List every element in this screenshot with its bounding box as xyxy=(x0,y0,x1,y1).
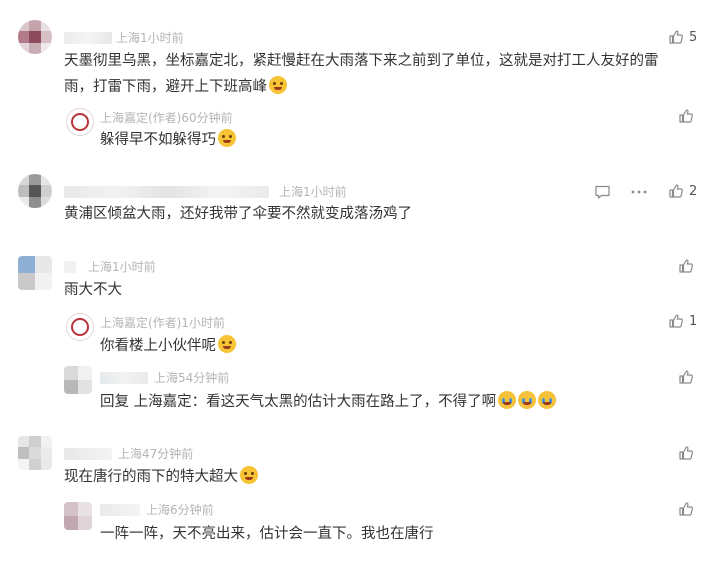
reply-time: 60分钟前 xyxy=(181,111,233,125)
avatar[interactable] xyxy=(18,20,52,54)
thumbs-up-icon xyxy=(668,29,684,45)
comment-location: 上海 xyxy=(279,185,304,199)
comment-time: 1小时前 xyxy=(303,185,347,199)
thumbs-up-icon xyxy=(678,501,694,517)
like-button[interactable]: 1 xyxy=(668,313,697,329)
reply-location: 上海 xyxy=(154,371,179,385)
thumbs-up-icon xyxy=(678,445,694,461)
thumbs-up-icon xyxy=(678,369,694,385)
reply-text: 躲得早不如躲得巧 xyxy=(100,127,236,153)
thumbs-up-icon xyxy=(668,183,684,199)
like-button[interactable] xyxy=(678,369,694,385)
more-button[interactable] xyxy=(630,184,648,200)
username-blurred xyxy=(64,261,76,273)
grimace-emoji xyxy=(218,335,236,353)
reply-meta: 上海 6分钟前 xyxy=(100,503,214,517)
thumbs-up-icon xyxy=(668,313,684,329)
comment-location: 上海 xyxy=(116,31,141,45)
thumbs-up-icon xyxy=(678,258,694,274)
comment-text: 现在唐行的雨下的特大超大 xyxy=(64,464,258,490)
crying-emoji xyxy=(518,391,537,409)
like-button[interactable] xyxy=(678,258,694,274)
comment-icon xyxy=(594,184,611,200)
comment-location: 上海 xyxy=(118,447,143,461)
like-button[interactable] xyxy=(678,501,694,517)
comment-meta: 上海 1小时前 xyxy=(64,185,347,199)
reply-button[interactable] xyxy=(594,184,611,200)
author-avatar[interactable] xyxy=(66,313,94,341)
more-icon xyxy=(630,184,648,200)
reply-time: 1小时前 xyxy=(181,316,226,330)
avatar[interactable] xyxy=(18,174,52,208)
reply-meta: 上海嘉定(作者) 1小时前 xyxy=(100,316,225,330)
comment-meta: 上海 47分钟前 xyxy=(64,447,193,461)
reply-author[interactable]: 上海嘉定(作者) xyxy=(100,111,181,125)
comment-location: 上海 xyxy=(88,260,113,274)
username-blurred xyxy=(100,504,140,516)
comment-text: 天墨彻里乌黑，坐标嘉定北，紧赶慢赶在大雨落下来之前到了单位，这就是对打工人友好的… xyxy=(64,53,659,95)
crying-emoji xyxy=(498,391,517,409)
username-blurred xyxy=(64,32,112,44)
comment-meta: 上海 1小时前 xyxy=(64,260,156,274)
smug-emoji xyxy=(218,129,236,147)
reply-text: 一阵一阵，天不亮出来，估计会一直下。我也在唐行 xyxy=(100,526,434,542)
thumbs-up-icon xyxy=(678,108,694,124)
like-count: 5 xyxy=(689,29,698,45)
crying-emoji xyxy=(538,391,557,409)
avatar[interactable] xyxy=(18,256,52,290)
reply-location: 上海 xyxy=(146,503,171,517)
reply-text: 你看楼上小伙伴呢 xyxy=(100,333,236,359)
reply-text: 回复 上海嘉定：看这天气太黑的估计大雨在路上了，不得了啊 xyxy=(100,389,557,415)
reply-author[interactable]: 上海嘉定(作者) xyxy=(100,316,181,330)
reply-meta: 上海嘉定(作者) 60分钟前 xyxy=(100,111,233,125)
avatar[interactable] xyxy=(18,436,52,470)
like-count: 2 xyxy=(689,183,698,199)
comment-time: 1小时前 xyxy=(112,260,156,274)
avatar[interactable] xyxy=(64,366,92,394)
username-blurred xyxy=(100,372,148,384)
avatar[interactable] xyxy=(64,502,92,530)
author-avatar[interactable] xyxy=(66,108,94,136)
like-count: 1 xyxy=(689,313,698,329)
comment-time: 47分钟前 xyxy=(142,447,194,461)
comment-text: 黄浦区倾盆大雨，还好我带了伞要不然就变成落汤鸡了 xyxy=(64,206,412,222)
like-button[interactable]: 5 xyxy=(668,29,697,45)
comment-meta: 上海 1小时前 xyxy=(64,31,184,45)
pleading-emoji xyxy=(240,466,258,484)
reply-time: 54分钟前 xyxy=(178,371,230,385)
reply-time: 6分钟前 xyxy=(170,503,214,517)
wink-emoji xyxy=(269,76,287,94)
comment-time: 1小时前 xyxy=(140,31,184,45)
like-button[interactable]: 2 xyxy=(668,183,697,199)
like-button[interactable] xyxy=(678,108,694,124)
comment-text: 雨大不大 xyxy=(64,282,122,298)
username-blurred xyxy=(64,448,112,460)
like-button[interactable] xyxy=(678,445,694,461)
reply-meta: 上海 54分钟前 xyxy=(100,371,229,385)
username-blurred xyxy=(64,186,269,198)
